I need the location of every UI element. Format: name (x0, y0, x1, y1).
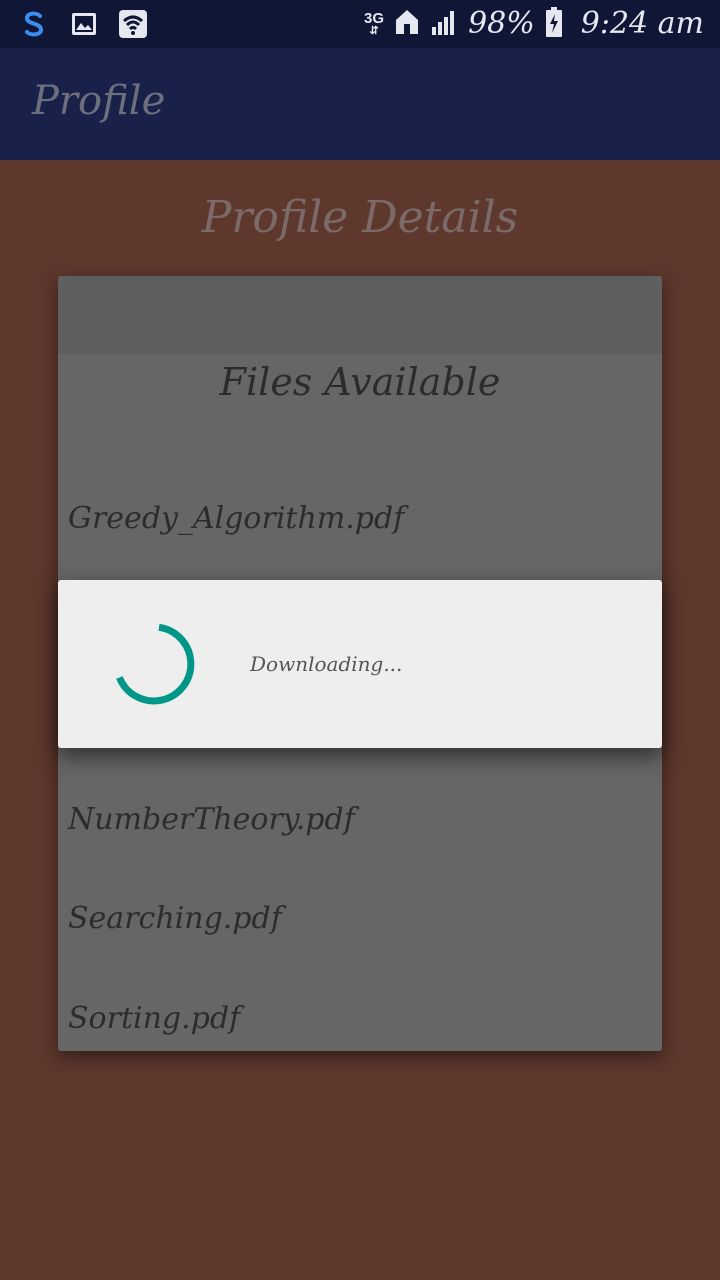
progress-dialog: Downloading... (58, 580, 662, 748)
s-app-icon (18, 8, 50, 44)
battery-charging-icon (545, 7, 563, 41)
file-item-searching[interactable]: Searching.pdf (68, 901, 282, 936)
file-item-number-theory[interactable]: NumberTheory.pdf (68, 802, 355, 837)
image-icon (70, 10, 98, 42)
app-title: Profile (32, 78, 166, 124)
card-header (58, 276, 662, 354)
status-bar: 3G ⇵ 98% 9:24 am (0, 0, 720, 48)
signal-icon (430, 9, 458, 39)
profile-details-title: Profile Details (201, 192, 519, 243)
file-item-greedy-algorithm[interactable]: Greedy_Algorithm.pdf (68, 501, 404, 536)
file-item-sorting[interactable]: Sorting.pdf (68, 1001, 240, 1036)
files-available-title: Files Available (219, 360, 501, 404)
loading-spinner-icon (116, 623, 195, 705)
clock: 9:24 am (580, 6, 704, 41)
app-bar: Profile (0, 48, 720, 160)
battery-percent: 98% (468, 6, 535, 41)
home-icon (394, 8, 420, 40)
wifi-icon (118, 9, 148, 43)
3g-icon: 3G ⇵ (364, 10, 385, 37)
downloading-message: Downloading... (250, 652, 403, 676)
